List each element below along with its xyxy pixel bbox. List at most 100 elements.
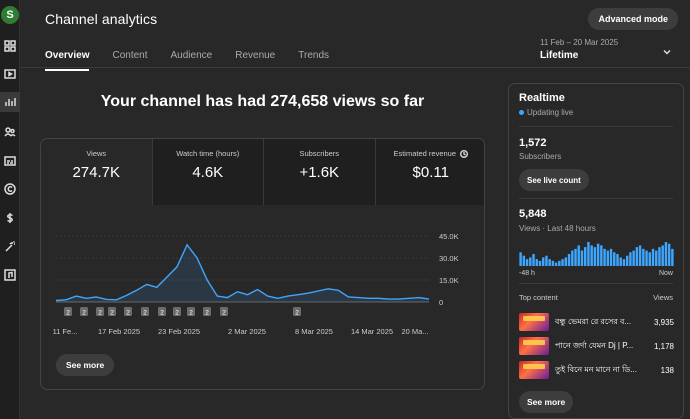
page-title: Channel analytics — [45, 11, 158, 27]
x-tick-label: 23 Feb 2025 — [158, 327, 200, 336]
realtime-bar — [642, 248, 645, 266]
divider — [519, 198, 673, 199]
metric-label: Watch time (hours) — [176, 149, 240, 158]
left-nav-rail: S — [0, 0, 20, 419]
video-thumbnail — [519, 313, 549, 331]
y-tick-label: 0 — [439, 298, 443, 307]
realtime-bar — [651, 248, 655, 266]
realtime-bar — [548, 259, 551, 266]
x-tick-label: 17 Feb 2025 — [98, 327, 140, 336]
realtime-status: Updating live — [519, 108, 573, 117]
realtime-bar — [596, 243, 600, 266]
realtime-bar — [551, 260, 555, 266]
realtime-bar — [545, 255, 548, 266]
subtitles-icon[interactable] — [0, 151, 20, 171]
realtime-bar — [587, 242, 590, 266]
video-views: 138 — [660, 365, 674, 375]
realtime-bar — [625, 255, 629, 266]
x-tick-label: 14 Mar 2025 — [351, 327, 393, 336]
realtime-bar — [661, 245, 664, 266]
realtime-bar — [619, 257, 622, 266]
upload-marker-label: 2 — [160, 310, 164, 317]
realtime-bar — [648, 252, 651, 266]
realtime-bar — [638, 245, 642, 266]
views-line-chart[interactable]: 45.0K 30.0K 15.0K 0 2 2 2 2 2 2 2 2 2 2 2 2 11 Fe... 17 F… — [41, 205, 485, 345]
realtime-bar — [535, 259, 538, 266]
realtime-bar — [655, 250, 658, 266]
tabs-divider — [20, 67, 690, 68]
upload-marker-label: 2 — [98, 310, 102, 317]
see-more-realtime-button[interactable]: See more — [519, 391, 574, 413]
realtime-card: Realtime Updating live 1,572 Subscribers… — [508, 83, 684, 419]
key-metrics-card: Views 274.7K Watch time (hours) 4.6K Sub… — [40, 138, 485, 390]
realtime-bar — [645, 250, 648, 266]
copyright-icon[interactable] — [0, 179, 20, 199]
realtime-bar — [616, 254, 619, 266]
views-headline: Your channel has had 274,658 views so fa… — [100, 93, 425, 110]
customization-icon[interactable] — [0, 237, 20, 257]
content-icon[interactable] — [0, 64, 20, 84]
date-range-picker[interactable]: 11 Feb – 20 Mar 2025 Lifetime — [540, 38, 618, 61]
dashboard-icon[interactable] — [0, 36, 20, 56]
date-period-text: Lifetime — [540, 50, 579, 61]
realtime-views-count: 5,848 — [519, 208, 547, 220]
metric-watch-time[interactable]: Watch time (hours) 4.6K — [152, 139, 264, 205]
metric-value: +1.6K — [299, 164, 340, 181]
live-dot-icon — [519, 110, 524, 115]
upload-marker-label: 2 — [205, 310, 209, 317]
advanced-mode-button[interactable]: Advanced mode — [588, 8, 678, 30]
realtime-bar — [580, 250, 584, 266]
realtime-bar — [577, 245, 580, 266]
chevron-down-icon[interactable] — [662, 44, 672, 55]
realtime-bar — [671, 248, 674, 266]
realtime-bar — [622, 259, 626, 266]
views-series-line — [55, 243, 430, 302]
realtime-bar — [529, 257, 532, 266]
video-thumbnail — [519, 361, 549, 379]
x-tick-label: 11 Fe... — [53, 327, 78, 336]
y-tick-label: 15.0K — [439, 276, 459, 285]
realtime-bar — [532, 254, 535, 266]
realtime-bar — [561, 259, 564, 266]
community-icon[interactable] — [0, 122, 20, 142]
x-tick-label: 2 Mar 2025 — [228, 327, 266, 336]
earn-icon[interactable] — [0, 208, 20, 228]
top-content-label: Top content — [519, 293, 558, 302]
upload-marker-label: 2 — [66, 310, 70, 317]
metric-revenue[interactable]: Estimated revenue $0.11 — [375, 139, 484, 205]
see-live-count-button[interactable]: See live count — [519, 169, 589, 191]
top-content-item[interactable]: বন্ধু ভেমরা রে রসের ব... 3,935 — [519, 313, 674, 331]
see-more-button[interactable]: See more — [56, 354, 115, 376]
top-content-item[interactable]: তুই বিনে মন মানে না ডি... 138 — [519, 361, 674, 379]
realtime-bar — [609, 248, 613, 266]
realtime-title: Realtime — [519, 92, 565, 104]
realtime-bar — [542, 257, 545, 266]
upload-marker-label: 2 — [222, 310, 226, 317]
video-title: বন্ধু ভেমরা রে রসের ব... — [555, 316, 632, 326]
upload-marker-label: 2 — [295, 310, 299, 317]
video-title: পানে জর্দা যেমন Dj | P... — [555, 340, 634, 350]
metric-label: Subscribers — [299, 149, 340, 158]
top-content-item[interactable]: পানে জর্দা যেমন Dj | P... 1,178 — [519, 337, 674, 355]
realtime-bar — [583, 247, 587, 266]
realtime-bar — [538, 260, 542, 266]
analytics-icon[interactable] — [0, 92, 20, 112]
realtime-status-text: Updating live — [527, 108, 574, 117]
audio-library-icon[interactable] — [0, 265, 20, 285]
realtime-bar — [574, 248, 577, 266]
metric-label: Estimated revenue — [393, 149, 457, 158]
realtime-bar — [564, 257, 568, 266]
realtime-bar — [664, 242, 668, 266]
realtime-bar-chart[interactable] — [519, 242, 674, 266]
y-tick-label: 45.0K — [439, 232, 459, 241]
video-views: 3,935 — [653, 317, 674, 327]
metric-value: 4.6K — [192, 164, 224, 181]
realtime-bar — [558, 260, 561, 266]
realtime-bar — [525, 259, 529, 266]
channel-avatar[interactable]: S — [1, 6, 19, 24]
metric-views[interactable]: Views 274.7K — [41, 139, 153, 205]
realtime-views-label: Views · Last 48 hours — [519, 224, 596, 233]
realtime-bar — [593, 247, 597, 266]
metric-subscribers[interactable]: Subscribers +1.6K — [264, 139, 376, 205]
realtime-bar — [613, 252, 616, 266]
